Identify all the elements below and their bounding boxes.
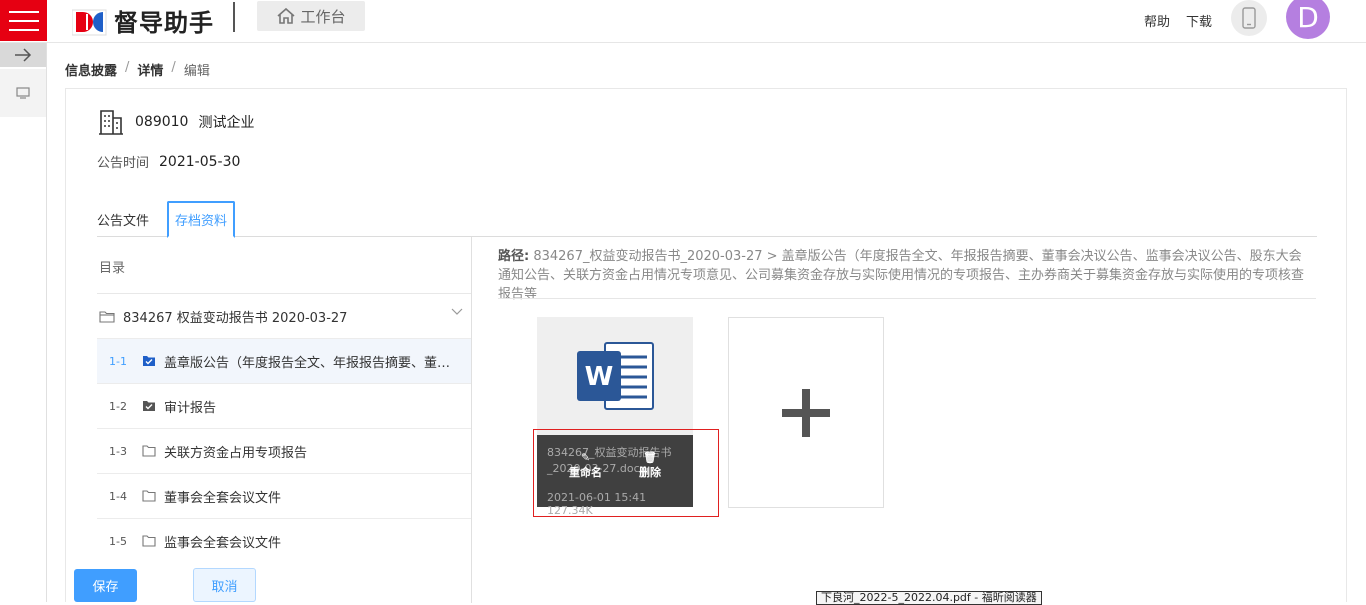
divider — [498, 298, 1316, 299]
folder-path: 路径: 834267_权益变动报告书_2020-03-27 > 盖章版公告（年度… — [498, 247, 1313, 304]
tree-item-number: 1-2 — [109, 399, 127, 413]
path-value: 834267_权益变动报告书_2020-03-27 > 盖章版公告（年度报告全文… — [498, 249, 1305, 302]
tree-item-number: 1-4 — [109, 489, 127, 503]
enterprise-name: 测试企业 — [198, 115, 255, 131]
tree-root-label: 834267 权益变动报告书 2020-03-27 — [123, 310, 348, 326]
announcement-date-value: 2021-05-30 — [159, 153, 241, 170]
folder-icon — [142, 490, 164, 502]
expand-arrow-icon[interactable] — [0, 43, 46, 67]
add-file-button[interactable] — [728, 317, 884, 508]
directory-tree: 目录 834267 权益变动报告书 2020-03-27 1-1 盖章版公告（年… — [97, 237, 472, 603]
mobile-button[interactable] — [1231, 0, 1267, 36]
logo-text: 督导助手 — [114, 9, 214, 37]
menu-icon[interactable] — [0, 0, 47, 41]
rail-item-monitor[interactable] — [0, 69, 46, 117]
tab-archive-materials[interactable]: 存档资料 — [167, 201, 235, 238]
side-rail — [0, 43, 47, 602]
announcement-date-row: 公告时间 2021-05-30 — [97, 152, 241, 172]
tree-item-label: 关联方资金占用专项报告 — [164, 445, 308, 461]
folder-icon — [142, 445, 164, 457]
workbench-button[interactable]: 工作台 — [257, 1, 365, 31]
path-label: 路径: — [498, 249, 530, 264]
tab-bar: 公告文件 存档资料 — [97, 201, 1317, 238]
breadcrumb-details[interactable]: 详情 — [137, 60, 163, 79]
breadcrumb: 信息披露 / 详情 / 编辑 — [65, 60, 210, 79]
main-card: 089010 测试企业 公告时间 2021-05-30 公告文件 存档资料 目录… — [65, 88, 1347, 603]
chevron-down-icon[interactable] — [451, 308, 463, 316]
avatar[interactable]: D — [1286, 0, 1330, 39]
tree-item-1-5[interactable]: 1-5 监事会全套会议文件 — [97, 518, 471, 563]
phone-icon — [1242, 7, 1256, 29]
checked-folder-icon — [142, 400, 164, 412]
cancel-button[interactable]: 取消 — [193, 568, 256, 602]
tree-item-1-2[interactable]: 1-2 审计报告 — [97, 383, 471, 428]
breadcrumb-info-disclosure[interactable]: 信息披露 — [65, 60, 117, 79]
building-icon — [99, 110, 123, 135]
enterprise-row: 089010 测试企业 — [97, 109, 254, 135]
top-header: 督导助手 工作台 帮助 下载 D — [0, 0, 1366, 43]
announcement-date-label: 公告时间 — [97, 156, 150, 171]
checked-folder-icon — [142, 355, 164, 367]
highlight-box — [533, 429, 719, 517]
plus-icon — [782, 388, 830, 437]
tree-item-label: 监事会全套会议文件 — [164, 535, 282, 551]
tree-item-label: 审计报告 — [164, 400, 217, 416]
tree-item-label: 盖章版公告（年度报告全文、年报报告摘要、董事会决议公告、监事会决议公告、股东大会… — [164, 355, 459, 371]
app-logo: 督导助手 — [71, 3, 214, 38]
breadcrumb-separator: / — [125, 60, 130, 75]
tree-item-number: 1-3 — [109, 444, 127, 458]
tree-item-1-4[interactable]: 1-4 董事会全套会议文件 — [97, 473, 471, 518]
breadcrumb-edit: 编辑 — [183, 64, 210, 79]
tree-item-label: 董事会全套会议文件 — [164, 490, 282, 506]
workbench-label: 工作台 — [300, 7, 346, 26]
taskbar-tooltip: 下良河_2022-5_2022.04.pdf - 福昕阅读器 — [816, 591, 1042, 605]
tree-item-number: 1-1 — [109, 354, 127, 368]
folder-icon — [142, 535, 164, 547]
svg-text:W: W — [585, 362, 614, 392]
word-document-icon: W — [577, 342, 654, 410]
tree-item-1-3[interactable]: 1-3 关联方资金占用专项报告 — [97, 428, 471, 473]
breadcrumb-separator: / — [171, 60, 176, 75]
monitor-icon — [16, 87, 30, 99]
help-link[interactable]: 帮助 — [1144, 11, 1170, 30]
save-button[interactable]: 保存 — [74, 569, 137, 602]
enterprise-code: 089010 — [135, 114, 189, 130]
home-icon — [277, 7, 296, 24]
tree-item-1-1[interactable]: 1-1 盖章版公告（年度报告全文、年报报告摘要、董事会决议公告、监事会决议公告、… — [97, 338, 471, 383]
tree-root-node[interactable]: 834267 权益变动报告书 2020-03-27 — [97, 293, 471, 338]
directory-heading: 目录 — [99, 261, 126, 276]
header-divider — [233, 2, 235, 32]
tree-item-number: 1-5 — [109, 534, 127, 548]
folder-open-icon — [99, 310, 115, 323]
logo-mark-icon — [71, 8, 108, 35]
download-link[interactable]: 下载 — [1186, 11, 1212, 30]
tab-announcement-files[interactable]: 公告文件 — [97, 201, 149, 237]
